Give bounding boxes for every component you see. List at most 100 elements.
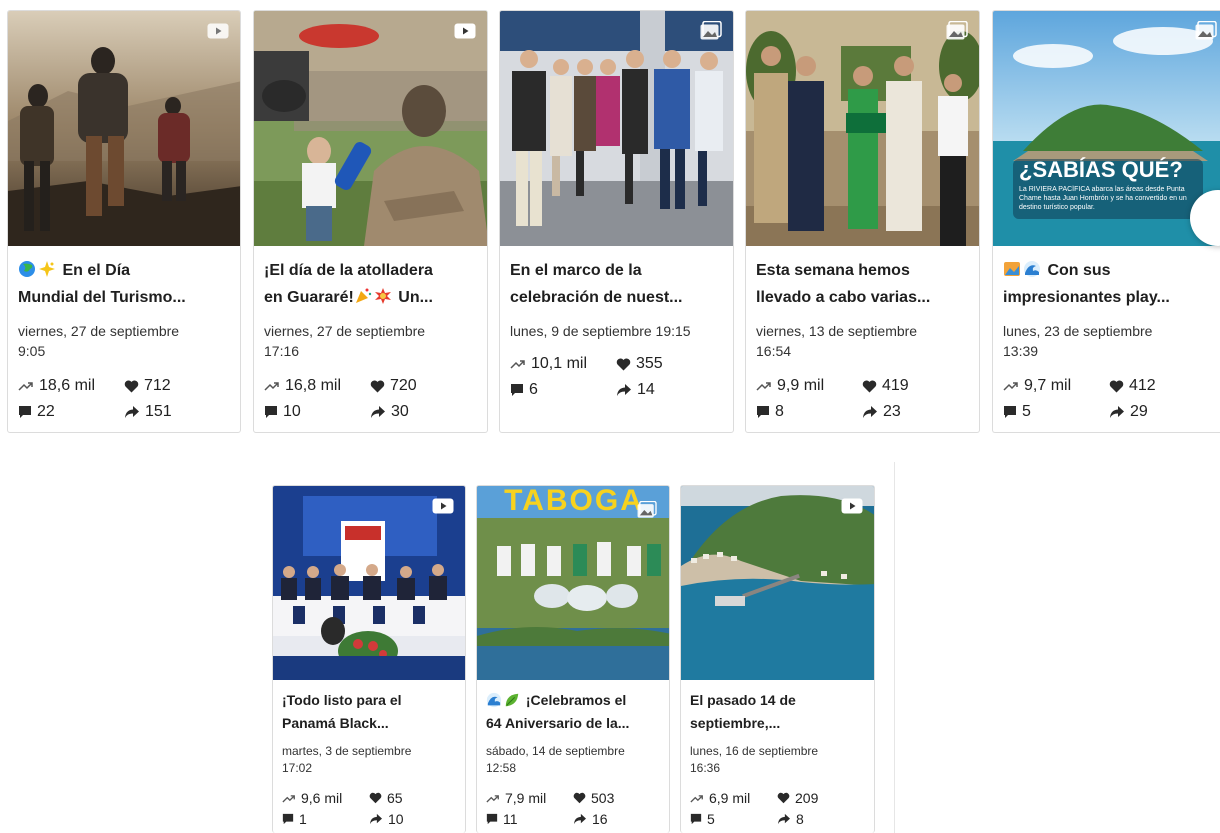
shares-stat: 8 — [777, 811, 804, 827]
shares-stat: 29 — [1109, 403, 1148, 421]
likes-stat: 712 — [124, 377, 171, 395]
post-title[interactable]: En el Día Mundial del Turismo... — [18, 257, 230, 311]
post-card[interactable]: ¿SABÍAS QUÉ? La RIVIERA PACÍFICA abarca … — [992, 10, 1220, 433]
comments-stat: 8 — [756, 403, 784, 421]
share-icon — [371, 406, 385, 418]
heart-icon — [616, 358, 631, 370]
comment-icon — [19, 406, 31, 418]
trending-up-icon — [756, 382, 771, 391]
comments-stat: 5 — [1003, 403, 1031, 421]
video-icon — [431, 496, 455, 516]
reach-stat: 9,9 mil — [756, 377, 824, 395]
post-card[interactable]: El pasado 14 de septiembre,... lunes, 16… — [680, 485, 875, 833]
sparkle-emoji-icon — [39, 261, 55, 277]
reach-stat: 9,7 mil — [1003, 377, 1071, 395]
comments-stat: 22 — [18, 403, 55, 421]
post-thumbnail[interactable] — [681, 486, 874, 680]
comment-icon — [757, 406, 769, 418]
likes-stat: 503 — [573, 790, 614, 806]
divider — [894, 462, 895, 833]
share-icon — [863, 406, 877, 418]
reach-stat: 10,1 mil — [510, 355, 587, 373]
collision-emoji-icon — [374, 288, 391, 304]
video-icon — [453, 21, 477, 41]
trending-up-icon — [486, 794, 499, 802]
comment-icon — [486, 813, 498, 825]
comment-icon — [511, 384, 523, 396]
image-icon — [699, 21, 723, 41]
comment-icon — [282, 813, 294, 825]
shares-stat: 23 — [862, 403, 901, 421]
likes-stat: 65 — [369, 790, 403, 806]
heart-icon — [573, 792, 586, 804]
globe-emoji-icon — [19, 261, 35, 277]
post-date: lunes, 9 de septiembre 19:15 — [510, 323, 691, 339]
video-icon — [206, 21, 230, 41]
post-card[interactable]: En el Día Mundial del Turismo... viernes… — [7, 10, 241, 433]
trending-up-icon — [510, 360, 525, 369]
post-date: lunes, 16 de septiembre 16:36 — [690, 744, 819, 775]
party-popper-emoji-icon — [355, 288, 372, 303]
heart-icon — [124, 380, 139, 392]
comments-stat: 1 — [282, 811, 307, 827]
post-card[interactable]: En el marco de la celebración de nuest..… — [499, 10, 734, 433]
post-thumbnail[interactable] — [746, 11, 979, 246]
post-title[interactable]: En el marco de la celebración de nuest..… — [510, 257, 723, 311]
heart-icon — [777, 792, 790, 804]
share-icon — [574, 813, 586, 825]
post-title[interactable]: El pasado 14 de septiembre,... — [690, 689, 864, 735]
comment-icon — [1004, 406, 1016, 418]
reach-stat: 7,9 mil — [486, 790, 546, 806]
post-title[interactable]: Con sus impresionantes play... — [1003, 257, 1214, 311]
reach-stat: 18,6 mil — [18, 377, 95, 395]
reach-stat: 9,6 mil — [282, 790, 342, 806]
overlay-text: La RIVIERA PACÍFICA abarca las áreas des… — [1019, 186, 1187, 211]
post-card[interactable]: ¡El día de la atolladera en Guararé! Un.… — [253, 10, 488, 433]
post-thumbnail[interactable] — [8, 11, 240, 246]
heart-icon — [369, 792, 382, 804]
image-icon — [635, 500, 659, 520]
post-card[interactable]: ¡Todo listo para el Panamá Black... mart… — [272, 485, 466, 833]
overlay-title: ¿SABÍAS QUÉ? — [1019, 157, 1183, 182]
shares-stat: 16 — [573, 811, 608, 827]
shares-stat: 30 — [370, 403, 409, 421]
trending-up-icon — [18, 382, 33, 391]
wave-emoji-icon — [1024, 261, 1040, 277]
trending-up-icon — [282, 794, 295, 802]
wave-emoji-icon — [486, 692, 502, 708]
image-icon — [1194, 21, 1218, 41]
trending-up-icon — [1003, 382, 1018, 391]
share-icon — [778, 813, 790, 825]
post-title[interactable]: ¡El día de la atolladera en Guararé! Un.… — [264, 257, 477, 311]
post-card[interactable]: TABOGA ¡Celebramos el 64 Aniversario de … — [476, 485, 670, 833]
post-date: lunes, 23 de septiembre 13:39 — [1003, 323, 1153, 359]
post-date: martes, 3 de septiembre 17:02 — [282, 744, 412, 775]
trending-up-icon — [264, 382, 279, 391]
post-thumbnail[interactable] — [254, 11, 487, 246]
reach-stat: 16,8 mil — [264, 377, 341, 395]
comment-icon — [690, 813, 702, 825]
comment-icon — [265, 406, 277, 418]
heart-icon — [862, 380, 877, 392]
shares-stat: 10 — [369, 811, 404, 827]
post-thumbnail[interactable] — [500, 11, 733, 246]
post-title[interactable]: ¡Todo listo para el Panamá Black... — [282, 689, 455, 735]
post-date: viernes, 27 de septiembre 17:16 — [264, 323, 426, 359]
post-thumbnail[interactable] — [273, 486, 465, 680]
likes-stat: 419 — [862, 377, 909, 395]
trending-up-icon — [690, 794, 703, 802]
reach-stat: 6,9 mil — [690, 790, 750, 806]
share-icon — [125, 406, 139, 418]
heart-icon — [370, 380, 385, 392]
video-icon — [840, 496, 864, 516]
post-thumbnail[interactable]: ¿SABÍAS QUÉ? La RIVIERA PACÍFICA abarca … — [993, 11, 1220, 246]
post-title[interactable]: ¡Celebramos el 64 Aniversario de la... — [486, 689, 659, 735]
comments-stat: 10 — [264, 403, 301, 421]
post-date: viernes, 27 de septiembre 9:05 — [18, 323, 180, 359]
post-thumbnail[interactable]: TABOGA — [477, 486, 669, 680]
post-card[interactable]: Esta semana hemos llevado a cabo varias.… — [745, 10, 980, 433]
likes-stat: 355 — [616, 355, 663, 373]
post-title[interactable]: Esta semana hemos llevado a cabo varias.… — [756, 257, 969, 311]
likes-stat: 412 — [1109, 377, 1156, 395]
share-icon — [370, 813, 382, 825]
